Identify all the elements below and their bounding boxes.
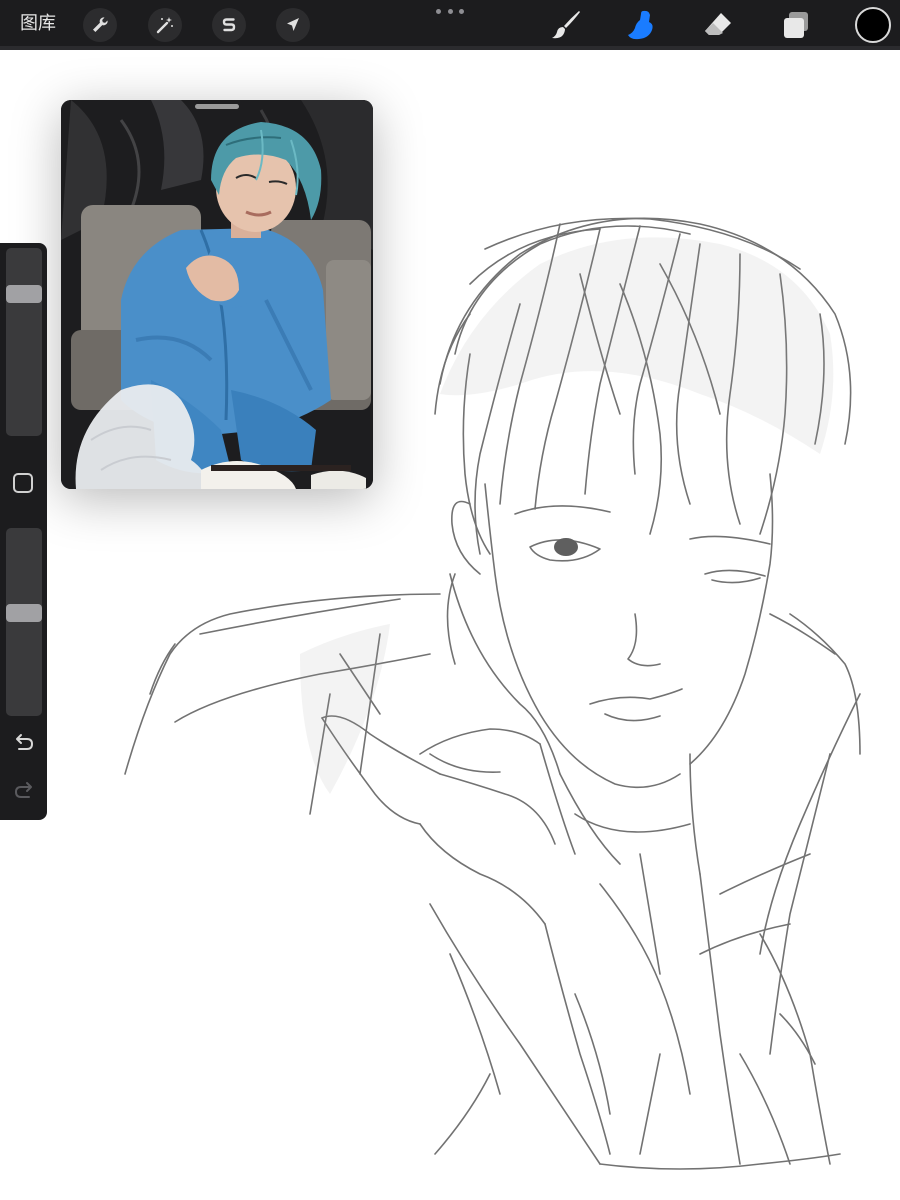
transform-button[interactable] — [276, 8, 310, 42]
actions-button[interactable] — [83, 8, 117, 42]
left-sidebar — [0, 243, 47, 820]
reference-drag-handle[interactable] — [195, 104, 239, 109]
modify-button[interactable] — [13, 473, 33, 493]
layers-button[interactable] — [776, 5, 816, 45]
reference-window[interactable] — [61, 100, 373, 489]
brush-size-thumb[interactable] — [6, 285, 42, 303]
brush-icon — [552, 11, 580, 39]
smudge-tool-button[interactable] — [620, 5, 660, 45]
magic-wand-icon — [156, 17, 173, 34]
color-picker-button[interactable] — [855, 7, 891, 43]
eraser-icon — [705, 13, 731, 35]
opacity-slider[interactable] — [6, 528, 42, 716]
reference-photo — [61, 100, 373, 489]
redo-arrow-icon[interactable] — [11, 778, 37, 804]
more-options-icon[interactable] — [436, 4, 464, 18]
eraser-tool-button[interactable] — [698, 5, 738, 45]
adjustments-button[interactable] — [148, 8, 182, 42]
top-toolbar: 图库 — [0, 0, 900, 50]
gallery-button[interactable]: 图库 — [20, 12, 56, 36]
brush-tool-button[interactable] — [546, 5, 586, 45]
brush-size-slider[interactable] — [6, 248, 42, 436]
opacity-thumb[interactable] — [6, 604, 42, 622]
arrow-cursor-icon — [287, 18, 299, 31]
layers-icon — [784, 12, 808, 38]
smudge-finger-icon — [628, 10, 653, 40]
selection-button[interactable] — [212, 8, 246, 42]
undo-arrow-icon[interactable] — [11, 730, 37, 756]
wrench-icon — [93, 17, 108, 32]
selection-s-icon — [222, 18, 236, 32]
